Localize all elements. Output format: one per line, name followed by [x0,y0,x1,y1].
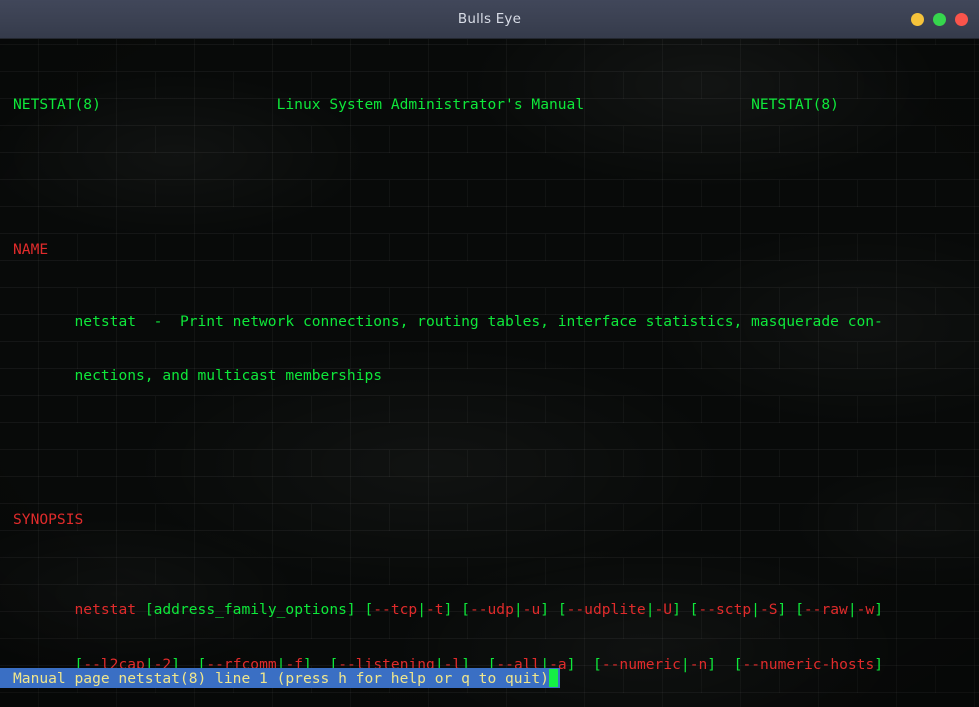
name-body-line-1: netstat - Print network connections, rou… [0,313,979,331]
terminal-window: Bulls Eye NETSTAT(8) Linux System Admini… [0,0,979,707]
man-header-right: NETSTAT(8) [751,96,839,114]
maximize-button[interactable] [933,13,946,26]
man-header-line: NETSTAT(8) Linux System Administrator's … [0,96,979,114]
section-heading-name: NAME [0,241,979,259]
close-button[interactable] [955,13,968,26]
text-cursor [548,669,558,687]
section-heading-synopsis-label: SYNOPSIS [13,511,84,529]
window-title: Bulls Eye [457,11,522,27]
window-titlebar[interactable]: Bulls Eye [0,0,979,39]
section-heading-synopsis: SYNOPSIS [0,511,979,529]
pager-status-text: Manual page netstat(8) line 1 (press h f… [13,669,549,687]
section-heading-name-label: NAME [13,240,49,258]
name-body-text-2: nections, and multicast memberships [74,366,383,384]
pager-status-bar[interactable]: Manual page netstat(8) line 1 (press h f… [0,668,560,688]
synopsis-line: netstat [address_family_options] [--tcp|… [74,601,883,619]
minimize-button[interactable] [911,13,924,26]
man-header-center: Linux System Administrator's Manual [276,96,585,114]
man-header-left: NETSTAT(8) [13,96,101,114]
name-body-line-2: nections, and multicast memberships [0,367,979,385]
man-page-content[interactable]: NETSTAT(8) Linux System Administrator's … [0,39,979,672]
window-controls [911,0,968,39]
name-body-text-1: netstat - Print network connections, rou… [74,312,883,330]
